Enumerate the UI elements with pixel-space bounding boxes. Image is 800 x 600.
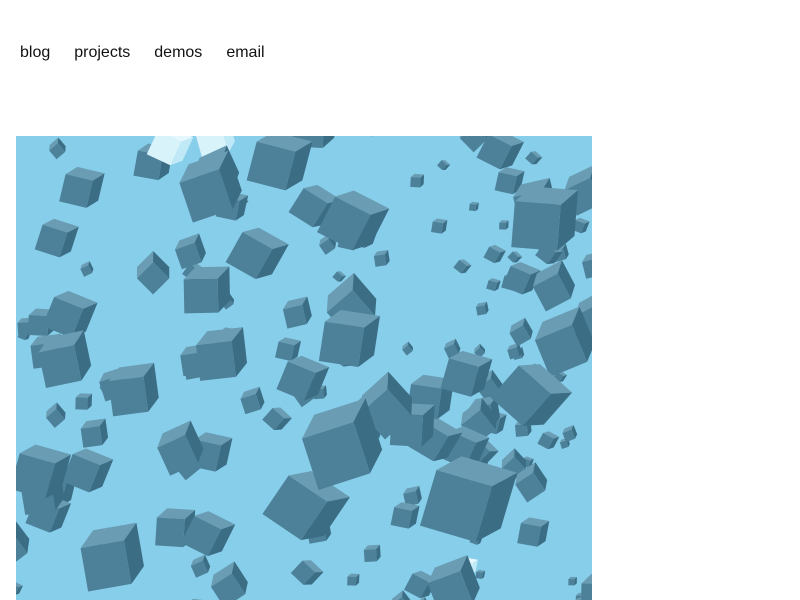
cubes-3d-canvas[interactable] [16, 136, 592, 600]
cube [332, 271, 347, 282]
cube [80, 418, 109, 448]
cube [80, 522, 144, 592]
cube [59, 166, 105, 208]
cube [509, 317, 533, 347]
cube [580, 571, 592, 600]
cube [582, 250, 592, 279]
cube [390, 502, 420, 529]
cube [507, 251, 523, 263]
cube [431, 218, 448, 234]
cube [190, 554, 211, 578]
cube [240, 386, 265, 415]
cube [347, 573, 360, 586]
cube [499, 220, 509, 230]
cube [225, 227, 289, 280]
cube [210, 561, 248, 600]
cube [196, 327, 248, 381]
cube [525, 151, 543, 165]
top-nav: blog projects demos email [20, 42, 289, 64]
cube [402, 341, 414, 356]
cube [363, 544, 381, 563]
nav-link-demos[interactable]: demos [154, 43, 202, 63]
cube [16, 581, 23, 595]
cube [468, 201, 479, 212]
nav-link-email[interactable]: email [226, 43, 264, 63]
cube [174, 233, 206, 270]
cube [532, 260, 576, 312]
nav-link-projects[interactable]: projects [74, 43, 130, 63]
cube [410, 173, 425, 188]
cube [246, 136, 313, 191]
cube [136, 250, 170, 295]
cube [475, 301, 489, 316]
cube [262, 407, 292, 431]
cube [46, 402, 66, 428]
cube [373, 249, 390, 267]
cube [502, 261, 541, 295]
cube [436, 160, 451, 171]
cube [453, 259, 472, 274]
cubes-scene-svg [16, 136, 592, 600]
cube [568, 576, 577, 586]
cube [360, 136, 385, 137]
cube [75, 393, 93, 410]
cube [486, 278, 501, 292]
cube [183, 266, 230, 314]
cube [49, 137, 66, 160]
cube [80, 261, 94, 277]
cube [282, 296, 312, 329]
cube [590, 449, 592, 480]
cube [34, 218, 79, 258]
page: blog projects demos email [0, 0, 800, 600]
nav-link-blog[interactable]: blog [20, 43, 50, 63]
cube [290, 560, 324, 585]
cube [318, 309, 380, 367]
cube [475, 569, 486, 579]
cube [483, 244, 506, 264]
cube [537, 431, 560, 450]
cube [517, 517, 550, 547]
